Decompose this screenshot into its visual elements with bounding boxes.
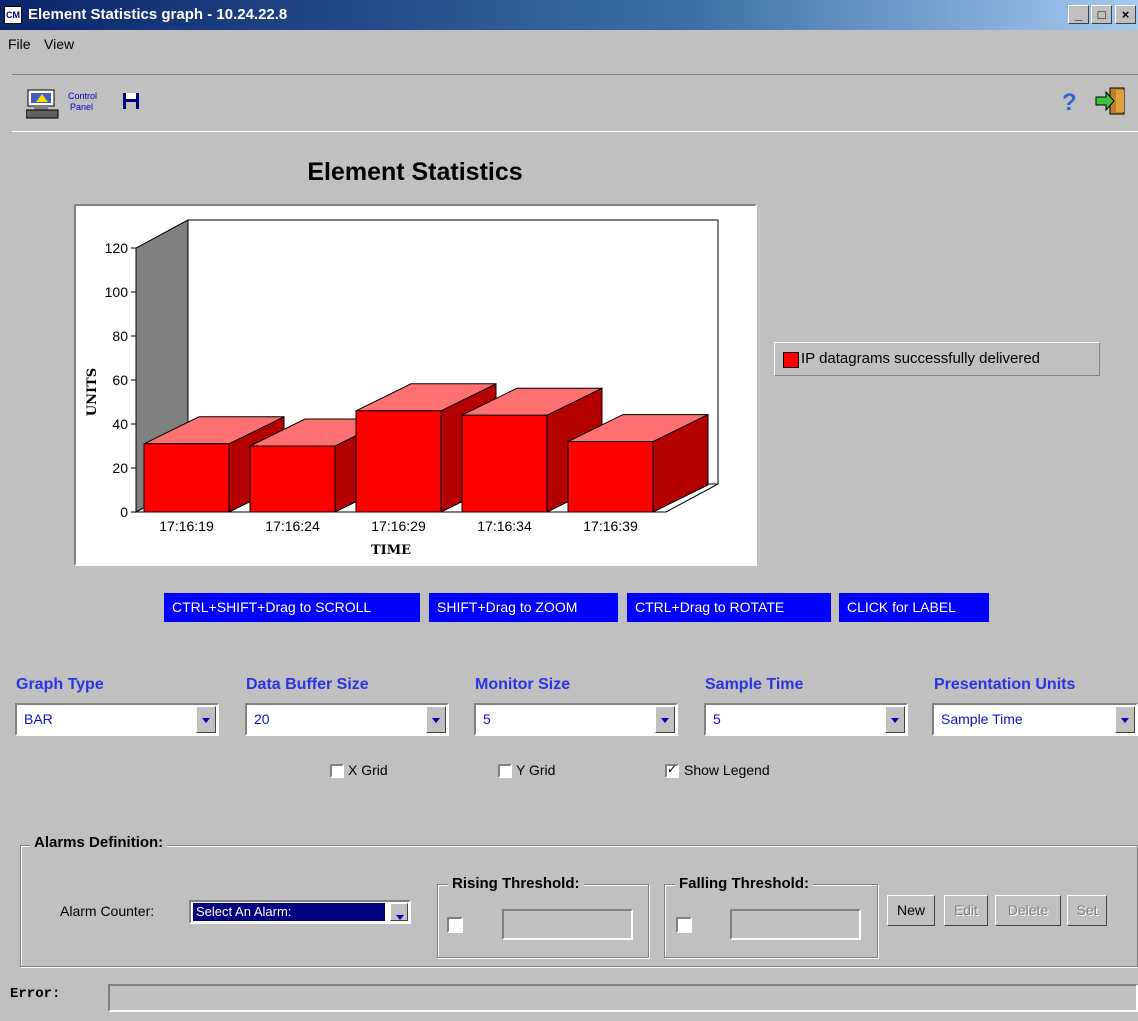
monitor-size-select[interactable]: 5 — [474, 703, 678, 736]
error-field — [108, 984, 1138, 1012]
control-panel-button[interactable]: Control Panel — [25, 88, 122, 125]
menu-view[interactable]: View — [44, 36, 74, 52]
alarms-title: Alarms Definition: — [30, 834, 168, 851]
legend-label: IP datagrams successfully delivered — [801, 350, 1041, 367]
graph-type-value: BAR — [24, 711, 53, 727]
control-panel-label-2: Panel — [70, 102, 93, 112]
x-axis-label: TIME — [371, 543, 411, 558]
y-tick-label: 120 — [105, 240, 129, 256]
menu-file[interactable]: File — [8, 36, 31, 52]
app-icon: CM — [4, 6, 22, 24]
y-tick-label: 80 — [112, 328, 128, 344]
chevron-down-icon[interactable] — [196, 706, 216, 733]
chevron-down-icon[interactable] — [390, 903, 408, 921]
chevron-down-icon[interactable] — [426, 706, 446, 733]
error-label: Error: — [10, 986, 61, 1002]
chart-title: Element Statistics — [307, 158, 523, 186]
graph-type-label: Graph Type — [16, 676, 104, 693]
help-icon: ? — [1062, 89, 1077, 116]
y-tick-label: 40 — [112, 416, 128, 432]
alarm-counter-select[interactable]: Select An Alarm: — [189, 900, 411, 924]
legend-swatch — [783, 352, 799, 368]
delete-alarm-button[interactable]: Delete — [995, 895, 1061, 926]
bar — [461, 414, 548, 513]
exit-button[interactable] — [1094, 86, 1128, 121]
bar — [249, 445, 336, 513]
show-legend-label: Show Legend — [684, 762, 770, 778]
save-icon — [123, 93, 139, 109]
x-tick-label: 17:16:24 — [265, 518, 320, 534]
presentation-units-label: Presentation Units — [934, 676, 1076, 693]
falling-threshold-checkbox[interactable] — [676, 917, 692, 933]
monitor-size-label: Monitor Size — [475, 676, 571, 693]
toolbar — [12, 74, 1138, 132]
set-alarm-button[interactable]: Set — [1067, 895, 1107, 926]
sample-time-select[interactable]: 5 — [704, 703, 908, 736]
title-bar: CM Element Statistics graph - 10.24.22.8… — [0, 0, 1138, 30]
chevron-down-icon[interactable] — [655, 706, 675, 733]
sample-time-label: Sample Time — [705, 676, 804, 693]
rising-threshold-checkbox[interactable] — [447, 917, 463, 933]
hint-scroll: CTRL+SHIFT+Drag to SCROLL — [164, 593, 420, 622]
hint-rotate: CTRL+Drag to ROTATE — [627, 593, 831, 622]
hint-zoom: SHIFT+Drag to ZOOM — [429, 593, 618, 622]
y-tick-label: 100 — [105, 284, 129, 300]
data-buffer-size-label: Data Buffer Size — [246, 676, 369, 693]
y-tick-label: 20 — [112, 460, 128, 476]
y-tick-label: 0 — [120, 504, 128, 520]
maximize-icon[interactable]: □ — [1091, 5, 1112, 24]
close-icon[interactable]: × — [1115, 5, 1136, 24]
y-grid-checkbox[interactable] — [498, 764, 512, 778]
x-tick-label: 17:16:19 — [159, 518, 214, 534]
save-button[interactable] — [122, 92, 140, 113]
y-grid-label: Y Grid — [516, 762, 556, 778]
help-button[interactable]: ? — [1060, 88, 1080, 117]
y-axis-label: UNITS — [85, 368, 100, 416]
menu-bar: File View — [0, 30, 1138, 68]
falling-threshold-input[interactable] — [730, 909, 861, 940]
x-tick-label: 17:16:34 — [477, 518, 532, 534]
falling-threshold-title: Falling Threshold: — [675, 875, 813, 892]
x-grid-checkbox[interactable] — [330, 764, 344, 778]
control-panel-icon: Control Panel — [25, 89, 97, 119]
data-buffer-size-select[interactable]: 20 — [245, 703, 449, 736]
rising-threshold-title: Rising Threshold: — [448, 875, 584, 892]
hint-label: CLICK for LABEL — [839, 593, 989, 622]
data-buffer-size-value: 20 — [254, 711, 270, 727]
chart-legend: IP datagrams successfully delivered — [774, 342, 1100, 376]
rising-threshold-input[interactable] — [502, 909, 633, 940]
x-tick-label: 17:16:29 — [371, 518, 426, 534]
chevron-down-icon[interactable] — [1115, 706, 1135, 733]
alarm-counter-value: Select An Alarm: — [192, 902, 386, 922]
edit-alarm-button[interactable]: Edit — [944, 895, 988, 926]
chevron-down-icon[interactable] — [885, 706, 905, 733]
monitor-size-value: 5 — [483, 711, 491, 727]
presentation-units-select[interactable]: Sample Time — [932, 703, 1138, 736]
bar — [567, 441, 654, 513]
x-tick-label: 17:16:39 — [583, 518, 638, 534]
bar-chart[interactable]: 0 20 40 60 80 100 120 17:16:19 17:16:24 17:16:29 1… — [74, 204, 757, 566]
sample-time-value: 5 — [713, 711, 721, 727]
minimize-icon[interactable]: _ — [1068, 5, 1089, 24]
x-grid-label: X Grid — [348, 762, 388, 778]
bar — [355, 410, 442, 513]
graph-type-select[interactable]: BAR — [15, 703, 219, 736]
bar — [143, 443, 230, 513]
new-alarm-button[interactable]: New — [887, 895, 935, 926]
show-legend-checkbox[interactable] — [665, 762, 679, 778]
presentation-units-value: Sample Time — [941, 711, 1023, 727]
y-tick-label: 60 — [112, 372, 128, 388]
exit-icon — [1095, 87, 1125, 115]
alarm-counter-label: Alarm Counter: — [60, 903, 155, 919]
control-panel-label-1: Control — [68, 91, 97, 101]
window-title: Element Statistics graph - 10.24.22.8 — [28, 6, 288, 23]
svg-text:?: ? — [1062, 89, 1077, 114]
